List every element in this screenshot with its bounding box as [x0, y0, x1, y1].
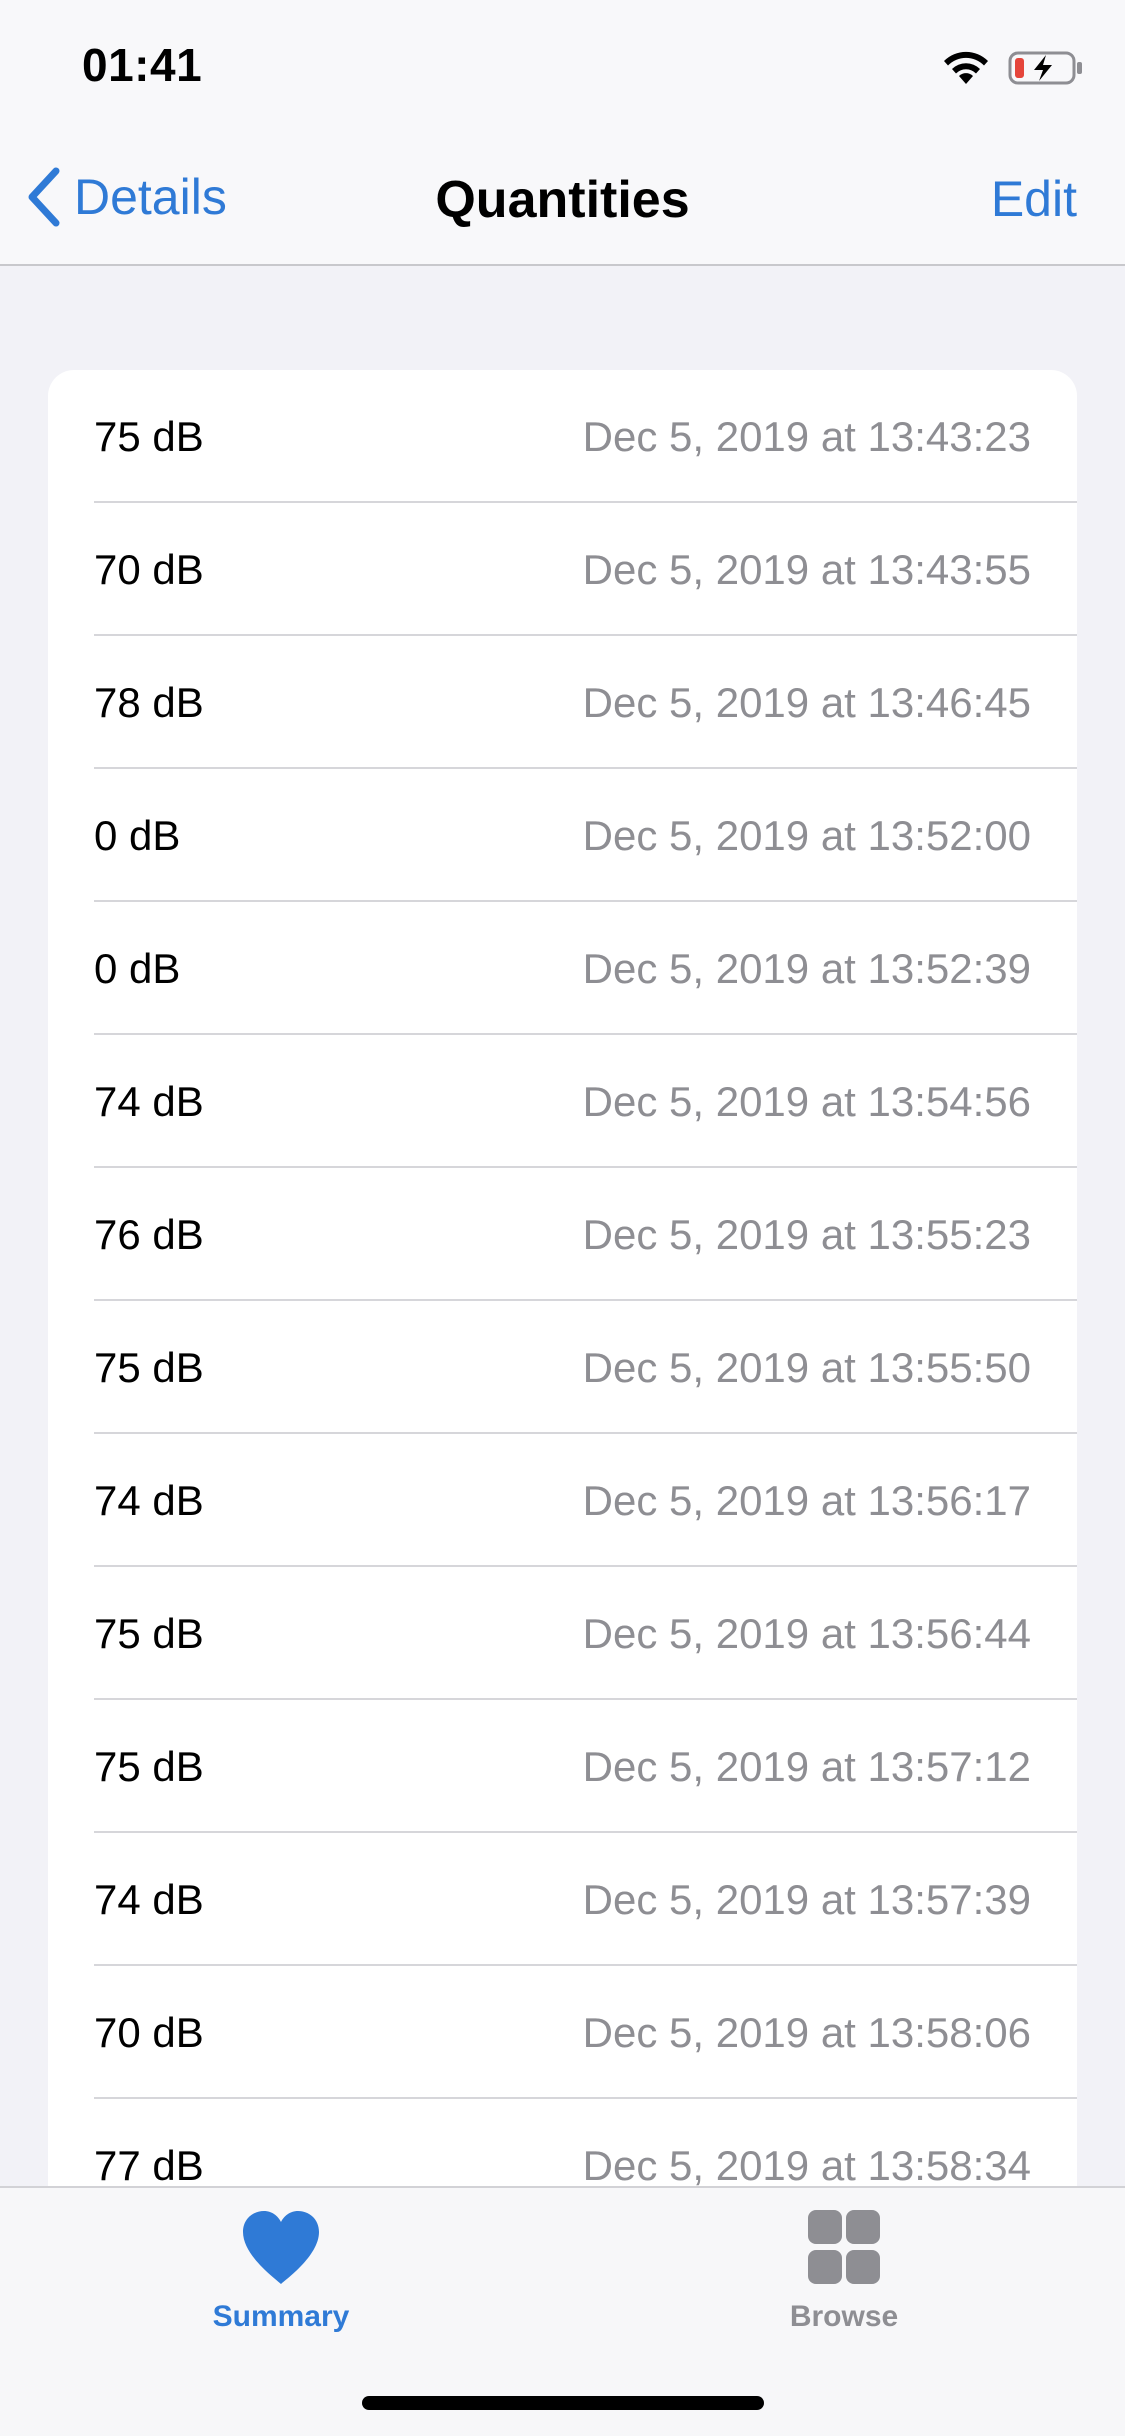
row-value: 74 dB — [94, 1875, 204, 1923]
list-item[interactable]: 74 dB Dec 5, 2019 at 13:54:56 — [48, 1035, 1077, 1168]
tab-summary[interactable]: Summary — [131, 2208, 431, 2334]
row-value: 0 dB — [94, 944, 181, 992]
tab-bar: Summary Browse — [0, 2186, 1125, 2436]
list-item[interactable]: 75 dB Dec 5, 2019 at 13:43:23 — [48, 370, 1077, 503]
app-screen: 01:41 Details Quantities Edit 75 dB Dec … — [0, 0, 1125, 2436]
home-indicator[interactable] — [362, 2396, 764, 2410]
row-date: Dec 5, 2019 at 13:55:50 — [582, 1343, 1031, 1391]
row-value: 75 dB — [94, 1742, 204, 1790]
row-date: Dec 5, 2019 at 13:43:23 — [582, 412, 1031, 460]
list-item[interactable]: 74 dB Dec 5, 2019 at 13:56:17 — [48, 1434, 1077, 1567]
list-item[interactable]: 75 dB Dec 5, 2019 at 13:57:12 — [48, 1700, 1077, 1833]
row-value: 0 dB — [94, 811, 181, 859]
row-value: 74 dB — [94, 1077, 204, 1125]
tab-summary-label: Summary — [212, 2300, 350, 2333]
row-date: Dec 5, 2019 at 13:54:56 — [582, 1077, 1031, 1125]
row-value: 76 dB — [94, 1210, 204, 1258]
list-item[interactable]: 75 dB Dec 5, 2019 at 13:55:50 — [48, 1301, 1077, 1434]
wifi-icon — [944, 51, 988, 84]
status-time: 01:41 — [82, 39, 203, 91]
status-bar: 01:41 — [0, 0, 1125, 132]
list-item[interactable]: 78 dB Dec 5, 2019 at 13:46:45 — [48, 636, 1077, 769]
row-date: Dec 5, 2019 at 13:58:06 — [582, 2008, 1031, 2056]
row-date: Dec 5, 2019 at 13:56:17 — [582, 1476, 1031, 1524]
tab-browse-label: Browse — [789, 2300, 899, 2333]
page-title: Quantities — [435, 171, 690, 229]
row-value: 70 dB — [94, 545, 204, 593]
navigation-bar: Details Quantities Edit — [0, 132, 1125, 266]
row-date: Dec 5, 2019 at 13:58:34 — [582, 2141, 1031, 2189]
row-date: Dec 5, 2019 at 13:46:45 — [582, 678, 1031, 726]
quantities-list: 75 dB Dec 5, 2019 at 13:43:23 70 dB Dec … — [48, 370, 1077, 2232]
row-date: Dec 5, 2019 at 13:55:23 — [582, 1210, 1031, 1258]
battery-charging-icon — [1008, 51, 1082, 85]
list-item[interactable]: 0 dB Dec 5, 2019 at 13:52:00 — [48, 769, 1077, 902]
tab-browse[interactable]: Browse — [694, 2208, 994, 2334]
row-value: 77 dB — [94, 2141, 204, 2189]
row-value: 75 dB — [94, 1343, 204, 1391]
list-item[interactable]: 75 dB Dec 5, 2019 at 13:56:44 — [48, 1567, 1077, 1700]
row-value: 78 dB — [94, 678, 204, 726]
row-date: Dec 5, 2019 at 13:57:39 — [582, 1875, 1031, 1923]
list-item[interactable]: 0 dB Dec 5, 2019 at 13:52:39 — [48, 902, 1077, 1035]
list-item[interactable]: 70 dB Dec 5, 2019 at 13:58:06 — [48, 1966, 1077, 2099]
row-value: 75 dB — [94, 1609, 204, 1657]
row-date: Dec 5, 2019 at 13:52:00 — [582, 811, 1031, 859]
row-date: Dec 5, 2019 at 13:56:44 — [582, 1609, 1031, 1657]
list-item[interactable]: 76 dB Dec 5, 2019 at 13:55:23 — [48, 1168, 1077, 1301]
heart-icon — [243, 2211, 319, 2284]
edit-button[interactable]: Edit — [991, 170, 1077, 228]
row-date: Dec 5, 2019 at 13:52:39 — [582, 944, 1031, 992]
row-date: Dec 5, 2019 at 13:57:12 — [582, 1742, 1031, 1790]
row-value: 70 dB — [94, 2008, 204, 2056]
row-value: 74 dB — [94, 1476, 204, 1524]
list-item[interactable]: 74 dB Dec 5, 2019 at 13:57:39 — [48, 1833, 1077, 1966]
row-date: Dec 5, 2019 at 13:43:55 — [582, 545, 1031, 593]
row-value: 75 dB — [94, 412, 204, 460]
list-item[interactable]: 70 dB Dec 5, 2019 at 13:43:55 — [48, 503, 1077, 636]
grid-icon — [808, 2210, 880, 2284]
